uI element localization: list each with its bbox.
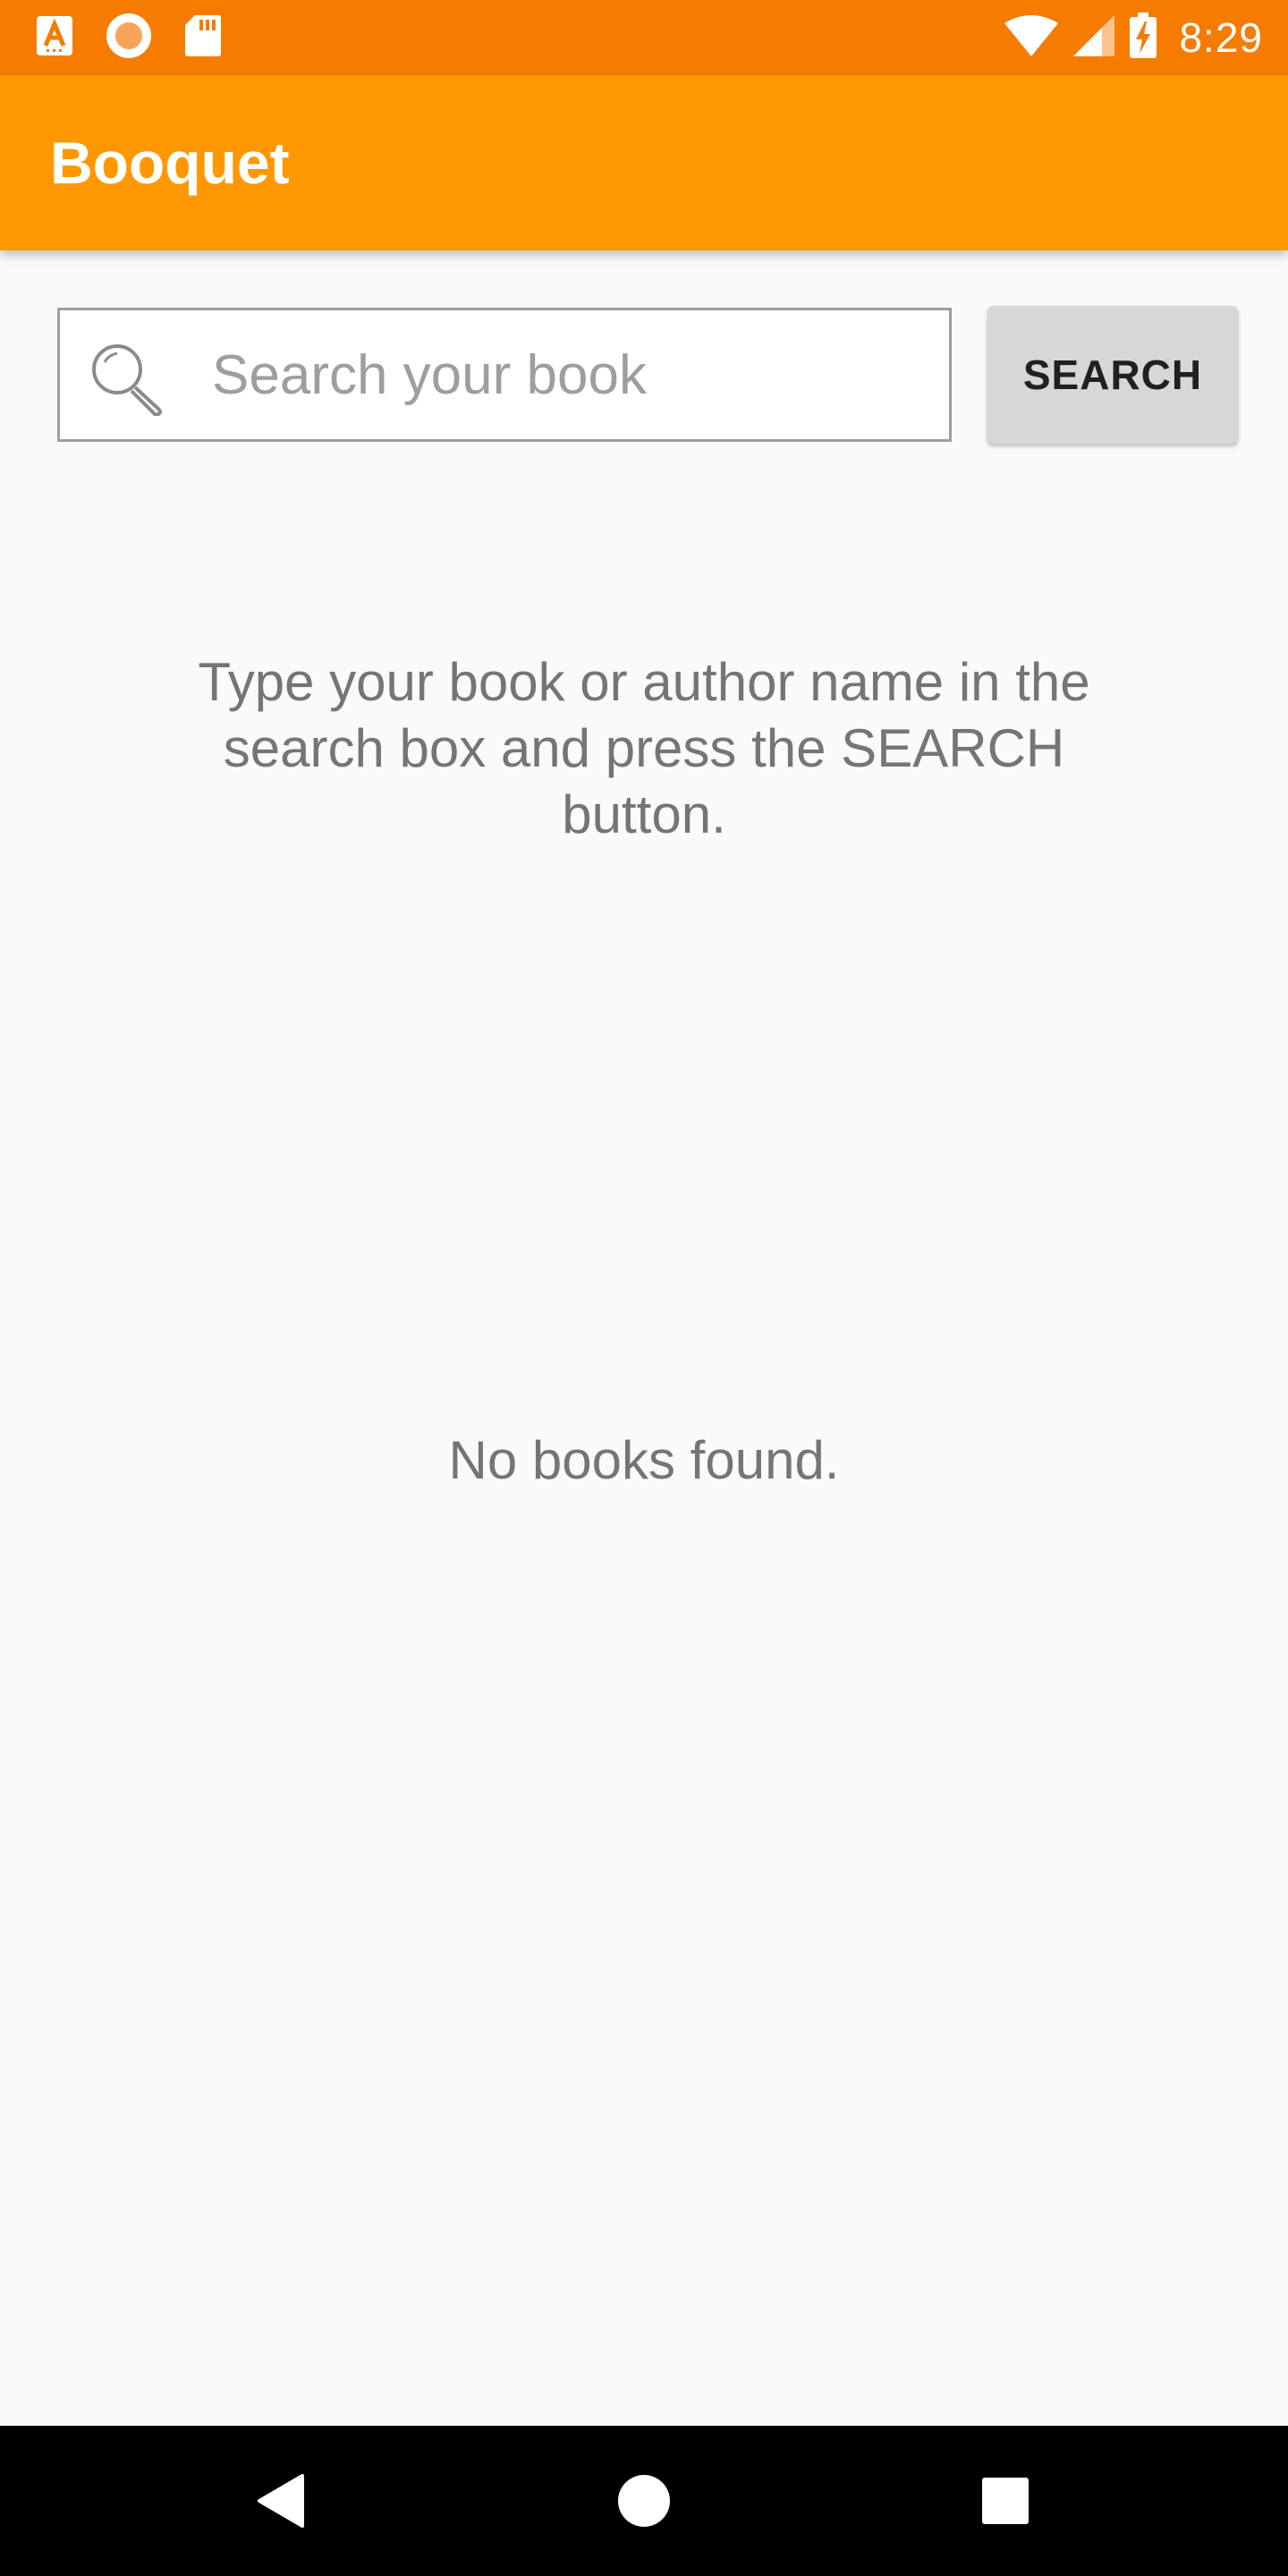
app-bar: Booquet [0, 75, 1288, 250]
status-time: 8:29 [1179, 14, 1263, 61]
search-input[interactable] [212, 310, 928, 439]
wifi-icon [1004, 14, 1059, 62]
home-icon[interactable] [608, 2465, 680, 2537]
search-button[interactable]: SEARCH [987, 306, 1238, 444]
empty-state-text: No books found. [448, 1430, 840, 1490]
instruction-text: Type your book or author name in the sea… [198, 652, 1090, 844]
status-bar: 8:29 [0, 0, 1288, 75]
recents-icon[interactable] [970, 2465, 1041, 2537]
a-notification-icon [36, 15, 73, 61]
back-icon[interactable] [247, 2465, 318, 2537]
battery-charging-icon [1129, 12, 1157, 64]
cell-signal-icon [1072, 14, 1116, 62]
notification-icons [36, 13, 222, 64]
app-title: Booquet [50, 130, 290, 196]
search-box[interactable] [57, 308, 952, 442]
circle-notification-icon [106, 13, 152, 64]
sd-card-icon [184, 14, 222, 62]
system-icons: 8:29 [1004, 12, 1263, 64]
navigation-bar [0, 2426, 1288, 2576]
search-icon [87, 339, 167, 417]
